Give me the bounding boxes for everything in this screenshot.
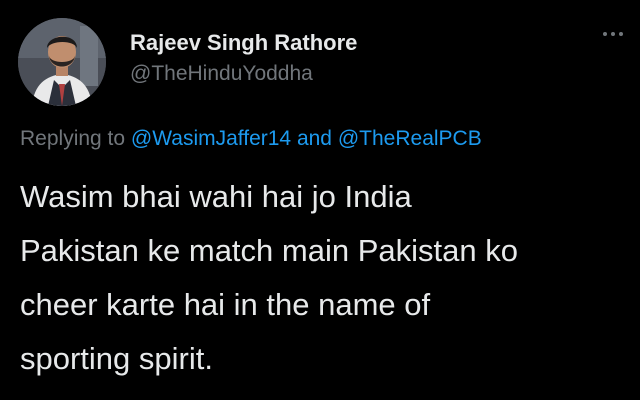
reply-and-others[interactable]: and	[297, 127, 332, 150]
replying-to-line: Replying to @WasimJaffer14 and @TheRealP…	[20, 127, 482, 151]
tweet-text-line: cheer karte hai in the name of	[20, 287, 431, 322]
author-name[interactable]: Rajeev Singh Rathore	[130, 30, 357, 56]
replying-prefix: Replying to	[20, 127, 126, 150]
tweet-text-line: sporting spirit.	[20, 341, 213, 376]
more-options-icon[interactable]	[598, 24, 628, 44]
author-handle[interactable]: @TheHinduYoddha	[130, 62, 313, 86]
mention-link-wasimjaffer[interactable]: @WasimJaffer14	[131, 127, 291, 150]
mention-link-therealpcb[interactable]: @TheRealPCB	[338, 127, 482, 150]
author-avatar[interactable]	[18, 18, 106, 106]
user-avatar-photo-icon	[18, 18, 106, 106]
tweet-text-line: Wasim bhai wahi hai jo India	[20, 179, 412, 214]
tweet-card: Rajeev Singh Rathore @TheHinduYoddha Rep…	[0, 0, 640, 400]
tweet-body: Wasim bhai wahi hai jo India Pakistan ke…	[20, 170, 632, 386]
tweet-text-line: Pakistan ke match main Pakistan ko	[20, 233, 518, 268]
